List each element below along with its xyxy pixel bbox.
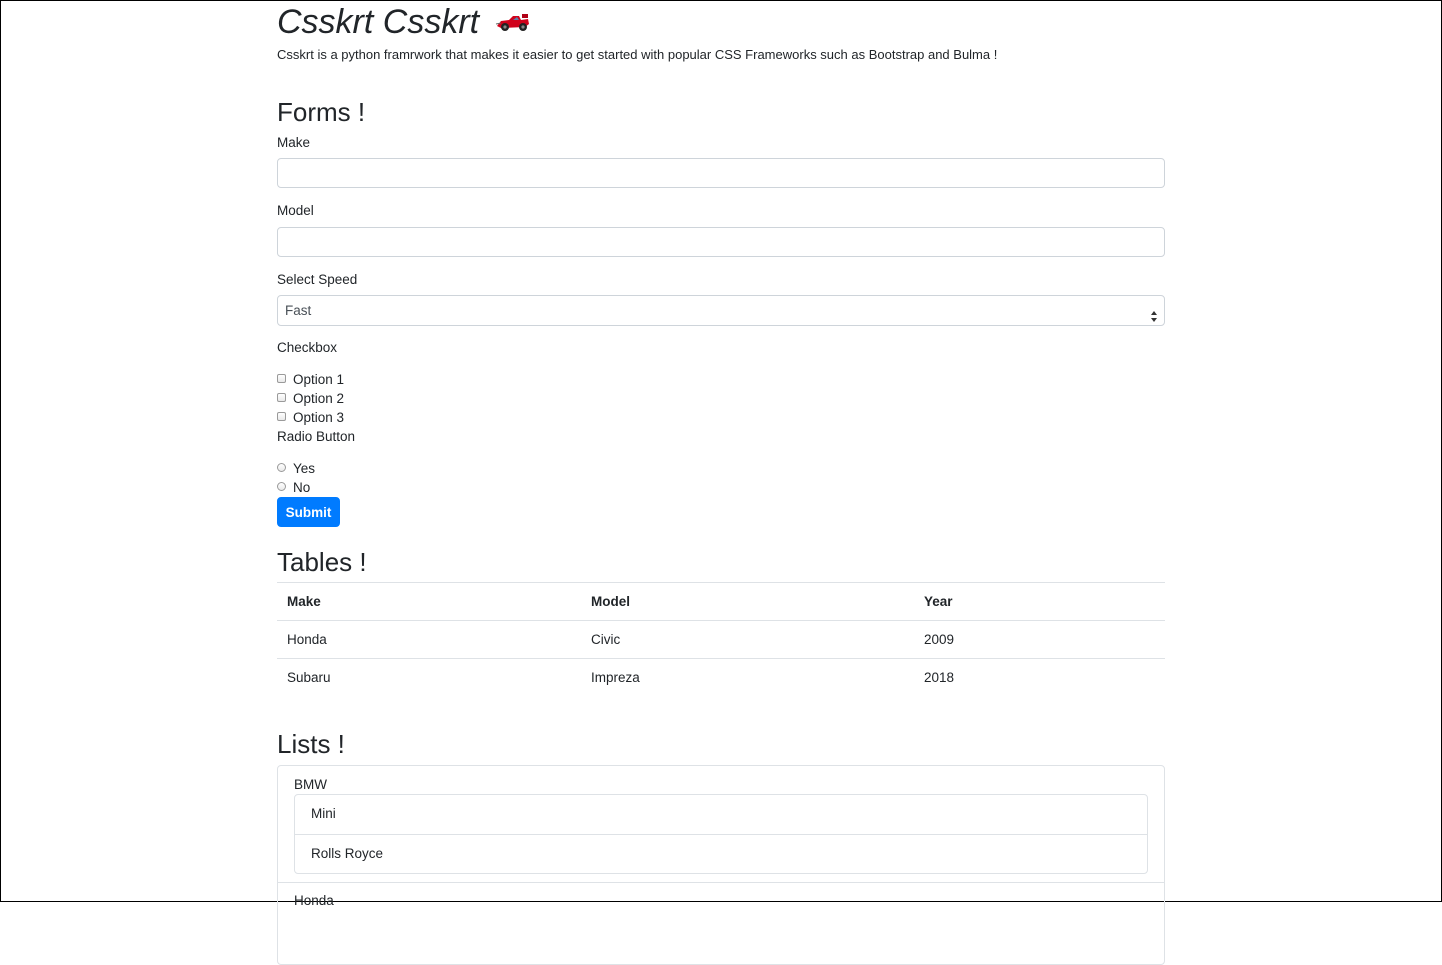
list-group-label: Honda — [294, 893, 334, 908]
lists-heading: Lists ! — [277, 729, 345, 759]
list-item: Mini — [311, 806, 336, 821]
car-brands-list: BMW Mini Rolls Royce Honda — [277, 765, 1165, 965]
list-group-label: BMW — [294, 777, 327, 792]
checkbox-option-3[interactable]: Option 3 — [277, 408, 344, 426]
make-input[interactable] — [277, 158, 1165, 188]
checkbox-option-label: Option 2 — [293, 390, 345, 406]
checkbox-option-label: Option 3 — [293, 409, 345, 425]
model-label: Model — [277, 203, 314, 218]
model-input[interactable] — [277, 227, 1165, 257]
radio-option-label: No — [293, 479, 311, 495]
select-arrows-icon — [1150, 304, 1158, 333]
checkbox-option-2[interactable]: Option 2 — [277, 389, 344, 407]
radio-yes[interactable] — [277, 462, 286, 472]
table-cell: Impreza — [581, 658, 914, 697]
page-title-text: Csskrt Csskrt — [277, 3, 480, 41]
radio-group-label: Radio Button — [277, 429, 356, 444]
page-subtitle: Csskrt is a python framrwork that makes … — [277, 47, 998, 62]
nested-list: Mini Rolls Royce — [294, 794, 1148, 874]
checkbox-1[interactable] — [277, 373, 286, 383]
column-header-make: Make — [277, 582, 581, 621]
table-cell: 2009 — [914, 620, 1165, 659]
speed-label: Select Speed — [277, 272, 358, 287]
forms-heading: Forms ! — [277, 97, 366, 127]
checkbox-option-label: Option 1 — [293, 371, 345, 387]
tables-heading: Tables ! — [277, 547, 367, 577]
radio-option-no[interactable]: No — [277, 478, 310, 496]
checkbox-2[interactable] — [277, 392, 286, 402]
table-row: Honda Civic 2009 — [277, 620, 1165, 659]
submit-button[interactable]: Submit — [277, 497, 340, 527]
checkbox-option-1[interactable]: Option 1 — [277, 370, 344, 388]
table-cell: Civic — [581, 620, 914, 659]
speed-select-value: Fast — [285, 303, 312, 318]
list-divider — [277, 882, 1165, 883]
radio-no[interactable] — [277, 481, 286, 491]
cars-table: Make Model Year Honda Civic 2009 Subaru … — [277, 582, 1165, 697]
table-cell: Honda — [277, 620, 581, 659]
table-cell: 2018 — [914, 658, 1165, 697]
list-item: Rolls Royce — [295, 834, 1147, 873]
make-label: Make — [277, 135, 311, 150]
radio-option-yes[interactable]: Yes — [277, 459, 315, 477]
checkbox-group-label: Checkbox — [277, 340, 338, 355]
table-row: Subaru Impreza 2018 — [277, 658, 1165, 697]
checkbox-3[interactable] — [277, 411, 286, 421]
race-car-icon — [495, 2, 531, 42]
table-header-row: Make Model Year — [277, 582, 1165, 621]
speed-select[interactable]: Fast — [277, 295, 1165, 326]
page-title: Csskrt Csskrt — [277, 2, 531, 44]
radio-option-label: Yes — [293, 460, 316, 476]
column-header-model: Model — [581, 582, 914, 621]
table-cell: Subaru — [277, 658, 581, 697]
column-header-year: Year — [914, 582, 1165, 621]
